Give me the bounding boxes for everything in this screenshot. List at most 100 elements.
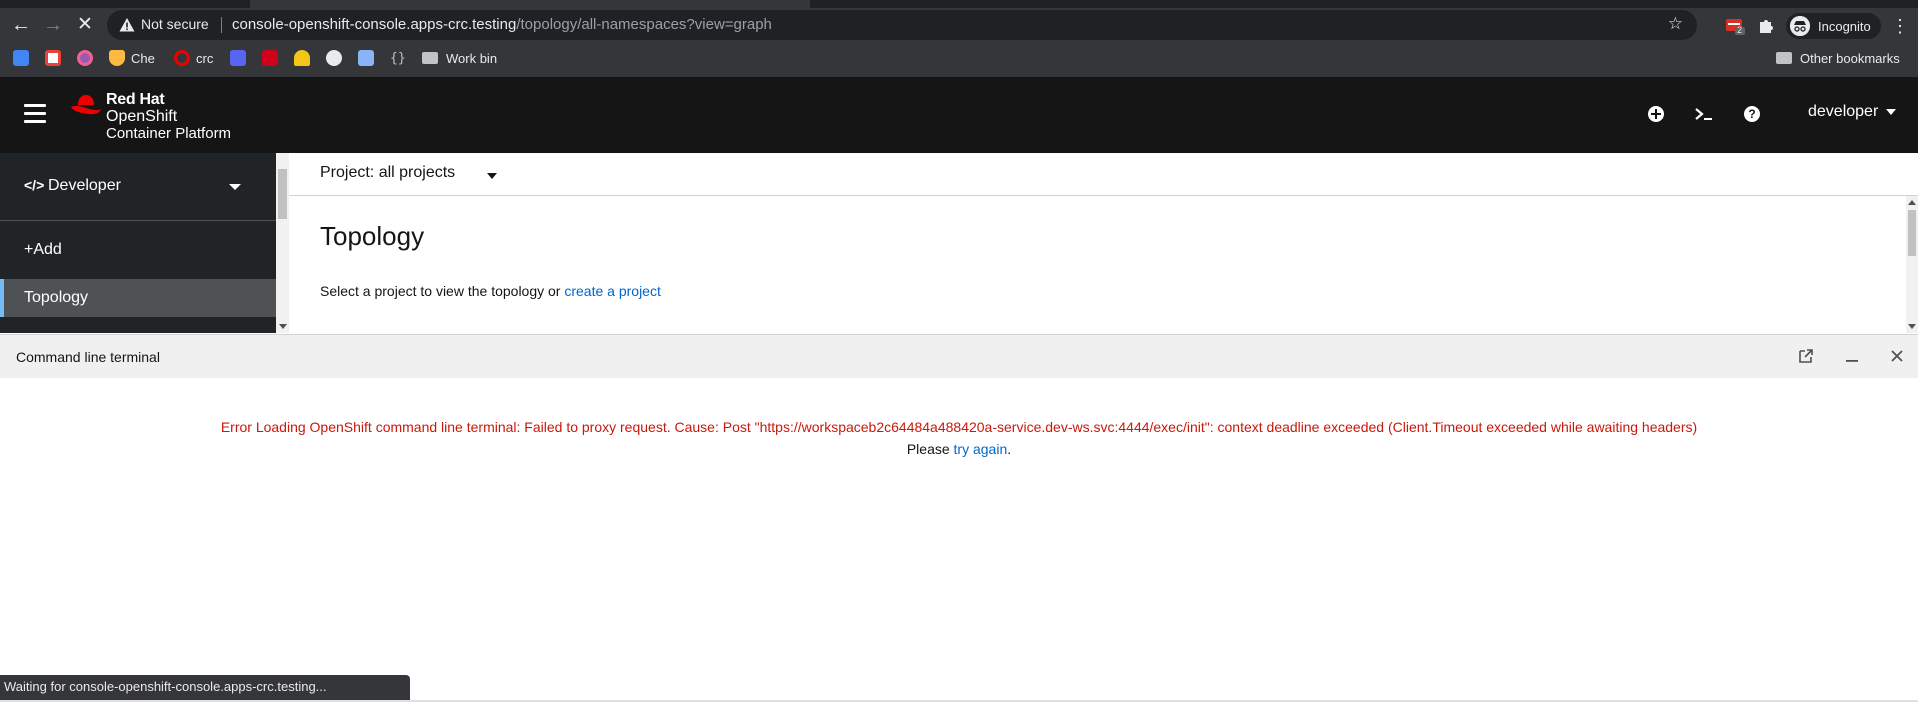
incognito-profile[interactable]: Incognito — [1786, 13, 1881, 39]
discord-icon — [230, 50, 246, 66]
openshift-icon — [174, 50, 190, 66]
scrollbar-thumb[interactable] — [1908, 210, 1916, 256]
address-bar[interactable]: Not secure console-openshift-console.app… — [107, 10, 1697, 40]
bookmark-y[interactable] — [358, 49, 380, 67]
divider — [221, 17, 222, 33]
svg-text:?: ? — [1748, 107, 1755, 121]
bookmark-hardhat[interactable] — [294, 49, 316, 67]
url-host: console-openshift-console.apps-crc.testi… — [232, 16, 517, 33]
caret-down-icon — [229, 184, 241, 190]
perspective-label: Developer — [48, 177, 121, 194]
caret-down-icon — [487, 173, 497, 179]
bookmark-globe[interactable] — [326, 49, 348, 67]
page-title: Topology — [320, 221, 425, 251]
browser-chrome: ← → ✕ Not secure console-openshift-conso… — [0, 0, 1918, 77]
close-icon[interactable] — [1888, 347, 1906, 365]
retry-message: Please try again. — [0, 441, 1918, 457]
bookmark-folder-workbin[interactable]: Work bin — [422, 49, 497, 67]
bookmark-star-icon[interactable]: ☆ — [1668, 14, 1683, 34]
browser-status-bar: Waiting for console-openshift-console.ap… — [0, 675, 410, 700]
y-icon — [358, 50, 374, 66]
forward-icon[interactable]: → — [40, 12, 66, 38]
terminal-error-message: Error Loading OpenShift command line ter… — [220, 419, 1698, 435]
help-icon[interactable]: ? — [1741, 103, 1763, 125]
terminal-drawer-header: Command line terminal — [0, 334, 1918, 378]
perspective-switcher[interactable]: </> Developer — [0, 153, 276, 221]
sidebar: </> Developer +Add Topology — [0, 153, 276, 333]
other-bookmarks[interactable]: Other bookmarks — [1776, 49, 1900, 67]
scroll-up-icon[interactable] — [1908, 200, 1916, 205]
user-menu[interactable]: developer — [1808, 103, 1896, 121]
stop-loading-icon[interactable]: ✕ — [72, 12, 98, 38]
folder-icon — [1776, 52, 1792, 64]
bookmark-braces[interactable]: {} — [390, 49, 410, 67]
scroll-down-icon[interactable] — [279, 324, 287, 329]
brand-logo[interactable]: Red Hat OpenShift Container Platform — [70, 91, 250, 143]
create-project-link[interactable]: create a project — [564, 283, 661, 299]
bookmark-label: Work bin — [446, 50, 498, 66]
hardhat-icon — [294, 50, 310, 66]
masthead: Red Hat OpenShift Container Platform ? d… — [0, 77, 1918, 153]
hamburger-menu-icon[interactable] — [24, 104, 46, 124]
bookmark-label: Che — [131, 50, 155, 66]
terminal-title: Command line terminal — [16, 349, 160, 365]
profile-label: Incognito — [1818, 18, 1871, 34]
browser-toolbar: ← → ✕ Not secure console-openshift-conso… — [0, 8, 1918, 42]
bookmark-che[interactable]: Che — [109, 49, 155, 67]
project-selector-label: Project: all projects — [320, 164, 456, 181]
bookmark-circle[interactable] — [77, 49, 99, 67]
bookmark-gmail[interactable] — [45, 49, 67, 67]
user-name: developer — [1808, 103, 1879, 120]
bookmark-d[interactable] — [262, 49, 284, 67]
project-selector[interactable]: Project: all projects — [289, 153, 1918, 196]
security-label[interactable]: Not secure — [141, 16, 209, 32]
url-path: /topology/all-namespaces?view=graph — [516, 16, 772, 33]
warning-icon — [119, 18, 135, 32]
chrome-circle-icon — [77, 50, 93, 66]
bookmark-label: crc — [196, 50, 214, 66]
empty-state-text: Select a project to view the topology or — [320, 283, 561, 299]
sidebar-item-label: Topology — [24, 289, 89, 306]
retry-prefix: Please — [906, 441, 950, 457]
active-tab[interactable] — [250, 0, 810, 8]
bookmark-calendar[interactable] — [13, 49, 35, 67]
brand-line-3: Container Platform — [106, 125, 232, 142]
back-icon[interactable]: ← — [8, 12, 34, 38]
incognito-icon — [1790, 16, 1810, 36]
try-again-link[interactable]: try again — [954, 441, 1008, 457]
scroll-down-icon[interactable] — [1908, 324, 1916, 329]
braces-icon: {} — [390, 50, 406, 66]
bookmark-discord[interactable] — [230, 49, 252, 67]
scrollbar-thumb[interactable] — [278, 169, 287, 219]
main-content: Project: all projects Topology Select a … — [276, 153, 1918, 333]
open-in-new-tab-icon[interactable] — [1797, 347, 1815, 365]
other-bookmarks-label: Other bookmarks — [1800, 50, 1900, 66]
brand-line-1: Red Hat — [106, 91, 165, 108]
d-icon — [262, 50, 278, 66]
folder-icon — [422, 52, 438, 64]
retry-suffix: . — [1007, 441, 1012, 457]
terminal-icon[interactable] — [1693, 103, 1715, 125]
extension-badge-count: 2 — [1737, 25, 1743, 35]
extension-badge-icon[interactable]: 2 — [1725, 17, 1745, 35]
code-icon: </> — [24, 177, 45, 193]
content-scrollbar[interactable] — [1906, 196, 1918, 333]
add-import-icon[interactable] — [1645, 103, 1667, 125]
sidebar-item-add[interactable]: +Add — [0, 233, 276, 269]
browser-menu-icon[interactable]: ⋮ — [1890, 16, 1910, 37]
che-icon — [109, 50, 125, 66]
bookmark-crc[interactable]: crc — [174, 49, 213, 67]
empty-state-message: Select a project to view the topology or… — [320, 283, 661, 299]
caret-down-icon — [1885, 108, 1896, 115]
gmail-icon — [45, 50, 61, 66]
url-text[interactable]: console-openshift-console.apps-crc.testi… — [232, 16, 772, 33]
sidebar-item-label: +Add — [24, 241, 62, 258]
sidebar-item-topology[interactable]: Topology — [0, 279, 276, 317]
bookmarks-bar: Che crc {} Work bin Other bookmarks — [0, 46, 1918, 70]
sidebar-scrollbar[interactable] — [276, 153, 289, 333]
extensions-puzzle-icon[interactable] — [1757, 17, 1775, 35]
minimize-icon[interactable] — [1843, 347, 1861, 365]
terminal-body: Error Loading OpenShift command line ter… — [0, 378, 1918, 698]
tab-strip — [0, 0, 1918, 8]
redhat-logo-icon — [71, 95, 101, 115]
